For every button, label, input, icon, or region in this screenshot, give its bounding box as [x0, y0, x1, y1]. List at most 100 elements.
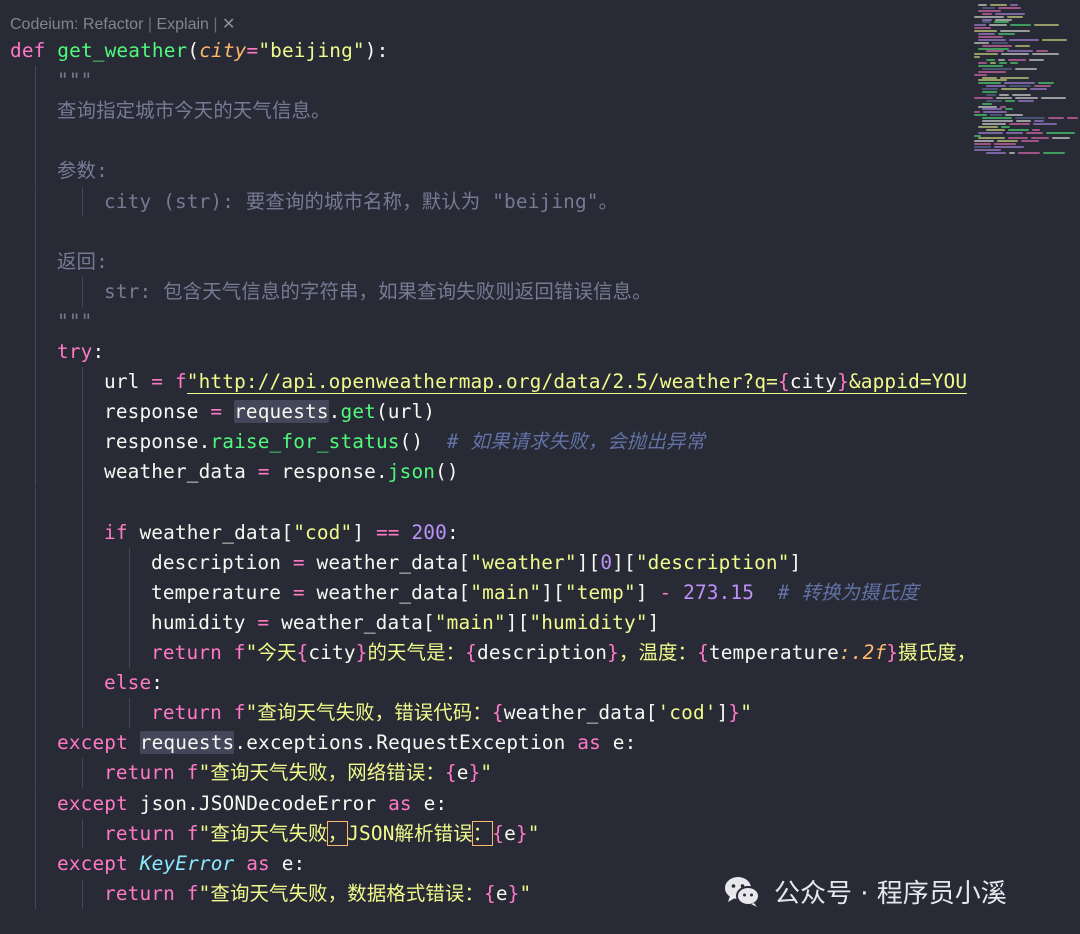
minimap-stroke	[1015, 117, 1045, 120]
code-token: e:	[423, 791, 448, 815]
code-token: "查询天气失败	[198, 821, 328, 845]
code-token: =	[210, 400, 235, 424]
minimap-stroke	[1043, 151, 1065, 154]
code-line[interactable]: """	[57, 307, 92, 337]
minimap-stroke	[1036, 50, 1048, 53]
code-line[interactable]: try:	[57, 337, 104, 367]
code-editor[interactable]: Codeium: Refactor | Explain | ✕ def get_…	[0, 0, 1080, 934]
code-token: requests	[234, 400, 329, 424]
code-line[interactable]: if weather_data["cod"] == 200:	[104, 518, 459, 548]
indent-guide	[35, 66, 36, 97]
code-token: response.	[281, 460, 388, 484]
codelens-refactor[interactable]: Codeium: Refactor	[10, 16, 143, 33]
code-line[interactable]: 查询指定城市今天的天气信息。	[57, 96, 331, 126]
code-line[interactable]: return f"查询天气失败，JSON解析错误：{e}"	[104, 819, 540, 849]
indent-guide	[82, 487, 83, 518]
minimap-stroke	[1015, 96, 1038, 99]
code-token: ，温度：	[618, 641, 698, 664]
code-token: e:	[612, 731, 637, 755]
code-token: city	[199, 39, 247, 62]
code-line[interactable]: def get_weather(city="beijing"):	[10, 36, 388, 66]
minimap-stroke	[982, 108, 1002, 111]
minimap-stroke	[1000, 30, 1030, 33]
code-line[interactable]: except json.JSONDecodeError as e:	[57, 789, 447, 819]
code-line[interactable]: except requests.exceptions.RequestExcept…	[57, 728, 636, 758]
code-token: =	[292, 550, 317, 574]
code-line[interactable]: response.raise_for_status() # 如果请求失败，会抛出…	[104, 427, 705, 457]
minimap-stroke	[995, 12, 1025, 15]
code-token: {	[778, 370, 790, 395]
minimap-stroke	[974, 114, 987, 117]
code-line[interactable]: url = f"http://api.openweathermap.org/da…	[104, 367, 968, 397]
close-icon[interactable]: ✕	[222, 16, 235, 33]
minimap-stroke	[1010, 62, 1018, 64]
code-line[interactable]: temperature = weather_data["main"]["temp…	[151, 578, 919, 608]
codelens-explain[interactable]: Explain	[156, 16, 208, 33]
minimap-stroke	[1005, 108, 1013, 111]
code-line[interactable]: return f"查询天气失败，错误代码：{weather_data['cod'…	[151, 698, 752, 728]
code-token: -	[659, 580, 684, 604]
minimap-stroke	[978, 9, 1001, 12]
minimap-stroke	[1026, 131, 1043, 134]
code-token: ==	[375, 520, 412, 544]
code-line[interactable]: return f"查询天气失败，数据格式错误：{e}"	[104, 879, 531, 909]
code-token: "	[480, 761, 493, 785]
minimap-stroke	[1038, 82, 1054, 85]
indent-guide	[82, 818, 83, 849]
watermark-text: 公众号 · 程序员小溪	[774, 878, 1007, 909]
code-line[interactable]: description = weather_data["weather"][0]…	[151, 548, 801, 578]
code-token: ][	[612, 550, 636, 574]
code-line[interactable]: humidity = weather_data["main"]["humidit…	[151, 608, 659, 638]
minimap-stroke	[978, 82, 1001, 85]
indent-guide	[35, 728, 36, 759]
code-token: description	[477, 641, 608, 664]
minimap-stroke	[990, 4, 1007, 6]
minimap-stroke	[974, 111, 980, 114]
indent-guide	[82, 577, 83, 608]
minimap-stroke	[986, 99, 1002, 102]
code-line[interactable]: else:	[104, 668, 163, 698]
code-token: :	[446, 520, 459, 544]
minimap-stroke	[1001, 88, 1027, 91]
code-token: return	[104, 881, 187, 905]
code-token: requests	[139, 731, 235, 755]
indent-guide	[82, 607, 83, 638]
code-token: except	[57, 731, 140, 755]
minimap-stroke	[998, 59, 1005, 62]
indent-guide	[82, 457, 83, 488]
indent-guide	[82, 698, 83, 729]
minimap-stroke	[983, 111, 1007, 114]
minimap-stroke	[982, 12, 992, 15]
code-token: =	[246, 39, 259, 62]
code-token: 的天气是：	[367, 641, 466, 664]
minimap-stroke	[1030, 88, 1047, 91]
code-line[interactable]: return f"今天{city}的天气是：{description}，温度：{…	[151, 638, 976, 668]
wechat-watermark: 公众号 · 程序员小溪	[722, 866, 1007, 916]
code-line[interactable]: city (str): 要查询的城市名称，默认为 "beijing"。	[104, 187, 618, 217]
code-line[interactable]: """	[57, 66, 92, 96]
code-token: 'cod'	[657, 701, 717, 725]
indent-guide	[35, 276, 36, 307]
code-line[interactable]: weather_data = response.json()	[104, 457, 459, 487]
code-line[interactable]: str: 包含天气信息的字符串，如果查询失败则返回错误信息。	[104, 277, 652, 307]
code-token: }	[607, 641, 619, 664]
minimap[interactable]	[968, 0, 1080, 160]
code-token: .exceptions.RequestException	[234, 731, 578, 755]
code-line[interactable]: return f"查询天气失败，网络错误：{e}"	[104, 758, 492, 788]
code-token: {	[697, 641, 709, 664]
code-line[interactable]: except KeyError as e:	[57, 849, 305, 879]
code-line[interactable]: 参数:	[57, 156, 108, 186]
indent-guide	[82, 427, 83, 458]
code-token: "今天	[245, 641, 297, 664]
code-token: as	[246, 851, 282, 875]
code-token: weather_data[	[316, 580, 471, 604]
code-line[interactable]: 返回:	[57, 247, 108, 277]
minimap-stroke	[982, 44, 1012, 47]
code-token: "查询天气失败，数据格式错误：	[198, 881, 485, 905]
minimap-stroke	[982, 6, 995, 9]
code-line[interactable]: response = requests.get(url)	[104, 397, 435, 427]
code-token: json	[387, 460, 436, 484]
indent-guide	[129, 607, 130, 638]
minimap-stroke	[1008, 59, 1026, 62]
code-token: .	[328, 400, 341, 424]
